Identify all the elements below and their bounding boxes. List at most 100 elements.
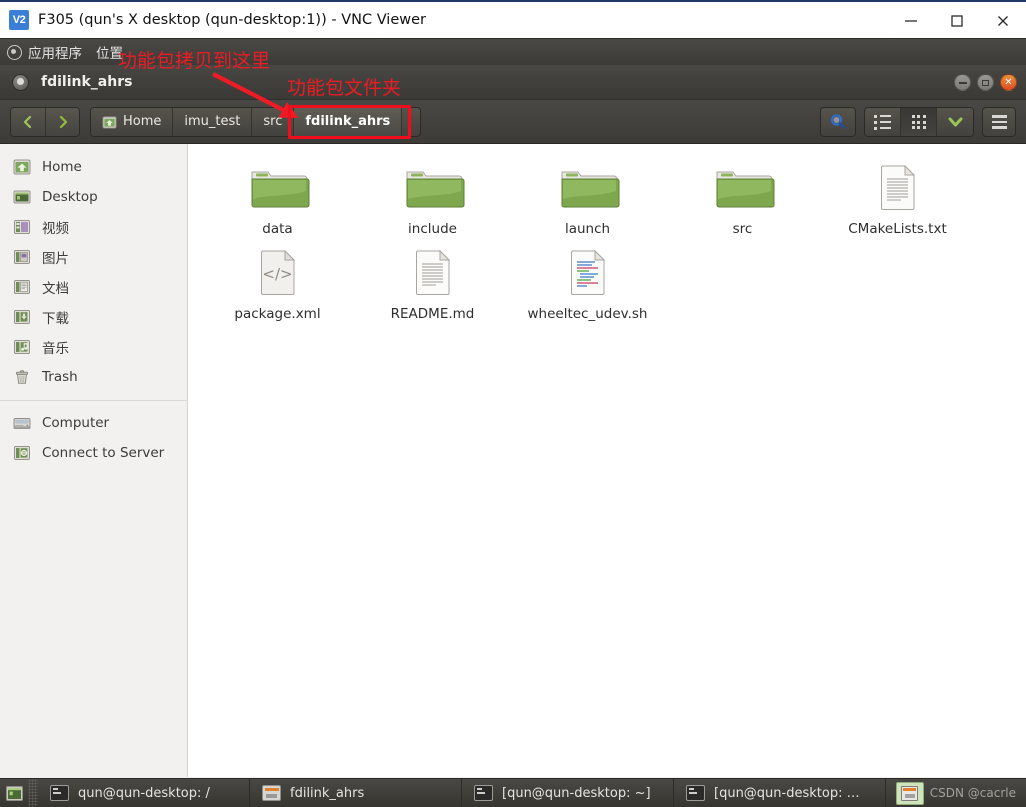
file-list-view[interactable]: data include launch src CMakeLists.txt <… — [188, 144, 1026, 777]
network-server-icon — [14, 446, 30, 460]
taskbar-grip[interactable] — [28, 778, 38, 807]
breadcrumb-label: imu_test — [184, 114, 241, 129]
screen: V2 F305 (qun's X desktop (qun-desktop:1)… — [0, 0, 1026, 807]
terminal-icon — [50, 785, 69, 801]
vnc-logo-icon: V2 — [9, 10, 29, 30]
file-manager-body: Home Desktop 视频 图片 文档 下载 音乐 Trash Comput… — [0, 144, 1026, 777]
system-menu-icon[interactable] — [7, 44, 22, 60]
sidebar-item-home[interactable]: Home — [0, 152, 187, 182]
hamburger-menu-icon — [991, 115, 1007, 129]
vnc-maximize-icon[interactable] — [934, 2, 980, 40]
computer-icon — [13, 418, 31, 429]
text-file-icon — [870, 158, 926, 214]
sidebar-label: Computer — [42, 415, 110, 431]
vnc-window-controls — [888, 2, 1026, 40]
breadcrumb-item-home[interactable]: Home — [91, 107, 174, 136]
sidebar-label: 音乐 — [42, 341, 69, 357]
file-name: src — [732, 221, 753, 237]
breadcrumb-item-fdilink-ahrs[interactable]: fdilink_ahrs — [294, 107, 403, 136]
window-menu-icon[interactable] — [12, 73, 29, 91]
menu-applications[interactable]: 应用程序 — [28, 42, 82, 62]
file-name: launch — [564, 221, 611, 237]
vnc-close-icon[interactable] — [980, 2, 1026, 40]
file-name: CMakeLists.txt — [848, 221, 947, 237]
pictures-icon — [14, 250, 30, 264]
home-icon — [13, 159, 31, 175]
breadcrumb-item-imu-test[interactable]: imu_test — [173, 107, 253, 136]
taskbar-label: [qun@qun-desktop: … — [714, 785, 860, 801]
file-item[interactable]: src — [665, 152, 820, 237]
sidebar-label: Desktop — [42, 189, 98, 205]
file-item[interactable]: </> package.xml — [200, 237, 355, 322]
gnome-top-panel: 应用程序 位置 — [0, 38, 1026, 65]
taskbar-label: qun@qun-desktop: / — [78, 785, 210, 801]
back-button[interactable] — [11, 107, 45, 136]
show-desktop-icon — [5, 785, 23, 801]
sidebar-item-connect-to-server[interactable]: Connect to Server — [0, 438, 187, 468]
file-item[interactable]: launch — [510, 152, 665, 237]
sidebar-item-music[interactable]: 音乐 — [0, 332, 187, 362]
file-name: include — [408, 221, 457, 237]
sidebar-item-computer[interactable]: Computer — [0, 408, 187, 438]
taskbar-item[interactable]: qun@qun-desktop: / — [38, 778, 250, 807]
search-icon — [830, 114, 846, 129]
view-options-button[interactable] — [937, 108, 973, 136]
trash-icon — [16, 370, 28, 384]
app-menu-button[interactable] — [982, 107, 1016, 137]
videos-icon — [14, 220, 30, 234]
list-view-icon — [874, 114, 891, 130]
sidebar-label: Trash — [42, 369, 78, 385]
documents-icon — [14, 280, 30, 294]
folder-icon — [246, 158, 310, 214]
vnc-viewer-titlebar: V2 F305 (qun's X desktop (qun-desktop:1)… — [0, 0, 1026, 38]
show-desktop-button[interactable] — [0, 779, 28, 807]
sidebar-label: Home — [42, 159, 82, 175]
breadcrumb-label: fdilink_ahrs — [305, 114, 391, 129]
sidebar-item-documents[interactable]: 文档 — [0, 272, 187, 302]
sidebar-item-trash[interactable]: Trash — [0, 362, 187, 392]
file-item[interactable]: data — [200, 152, 355, 237]
toolbar-right-group — [820, 107, 1016, 137]
sidebar-item-videos[interactable]: 视频 — [0, 212, 187, 242]
shell-script-icon — [560, 243, 616, 299]
sidebar-label: 文档 — [42, 281, 69, 297]
file-name: data — [262, 221, 293, 237]
xml-file-icon: </> — [250, 243, 306, 299]
file-item[interactable]: wheeltec_udev.sh — [510, 237, 665, 322]
taskbar-item[interactable]: [qun@qun-desktop: … — [674, 778, 886, 807]
svg-text:</>: </> — [262, 265, 292, 283]
watermark: CSDN @cacrle — [929, 786, 1016, 800]
fm-minimize-button[interactable] — [954, 74, 971, 91]
icon-view-icon — [911, 115, 926, 129]
sidebar-label: 视频 — [42, 221, 69, 237]
files-icon — [262, 785, 281, 801]
bottom-taskbar: qun@qun-desktop: / fdilink_ahrs [qun@qun… — [0, 778, 1026, 807]
sidebar-label: Connect to Server — [42, 445, 165, 461]
sidebar-item-pictures[interactable]: 图片 — [0, 242, 187, 272]
taskbar-item[interactable]: [qun@qun-desktop: ~] — [462, 778, 674, 807]
icon-grid: data include launch src CMakeLists.txt <… — [200, 152, 1020, 322]
file-manager-title: fdilink_ahrs — [41, 74, 133, 90]
file-item[interactable]: CMakeLists.txt — [820, 152, 975, 237]
sidebar-item-desktop[interactable]: Desktop — [0, 182, 187, 212]
fm-close-button[interactable]: ✕ — [1000, 74, 1017, 91]
list-view-button[interactable] — [865, 108, 901, 136]
breadcrumb-item-src[interactable]: src — [252, 107, 295, 136]
taskbar-label: fdilink_ahrs — [290, 785, 365, 801]
menu-places[interactable]: 位置 — [96, 42, 123, 62]
breadcrumb-label: Home — [123, 114, 162, 129]
taskbar-item[interactable]: fdilink_ahrs — [250, 778, 462, 807]
vnc-window-title: F305 (qun's X desktop (qun-desktop:1)) -… — [38, 12, 426, 28]
workspace-switcher[interactable] — [895, 781, 924, 805]
vnc-minimize-icon[interactable] — [888, 2, 934, 40]
sidebar-divider — [0, 400, 187, 401]
file-item[interactable]: include — [355, 152, 510, 237]
sidebar-item-downloads[interactable]: 下载 — [0, 302, 187, 332]
search-button[interactable] — [820, 107, 856, 137]
file-item[interactable]: README.md — [355, 237, 510, 322]
folder-icon — [711, 158, 775, 214]
navigation-buttons — [10, 106, 80, 137]
forward-button[interactable] — [45, 107, 79, 136]
fm-maximize-button[interactable] — [977, 74, 994, 91]
icon-view-button[interactable] — [901, 108, 937, 136]
